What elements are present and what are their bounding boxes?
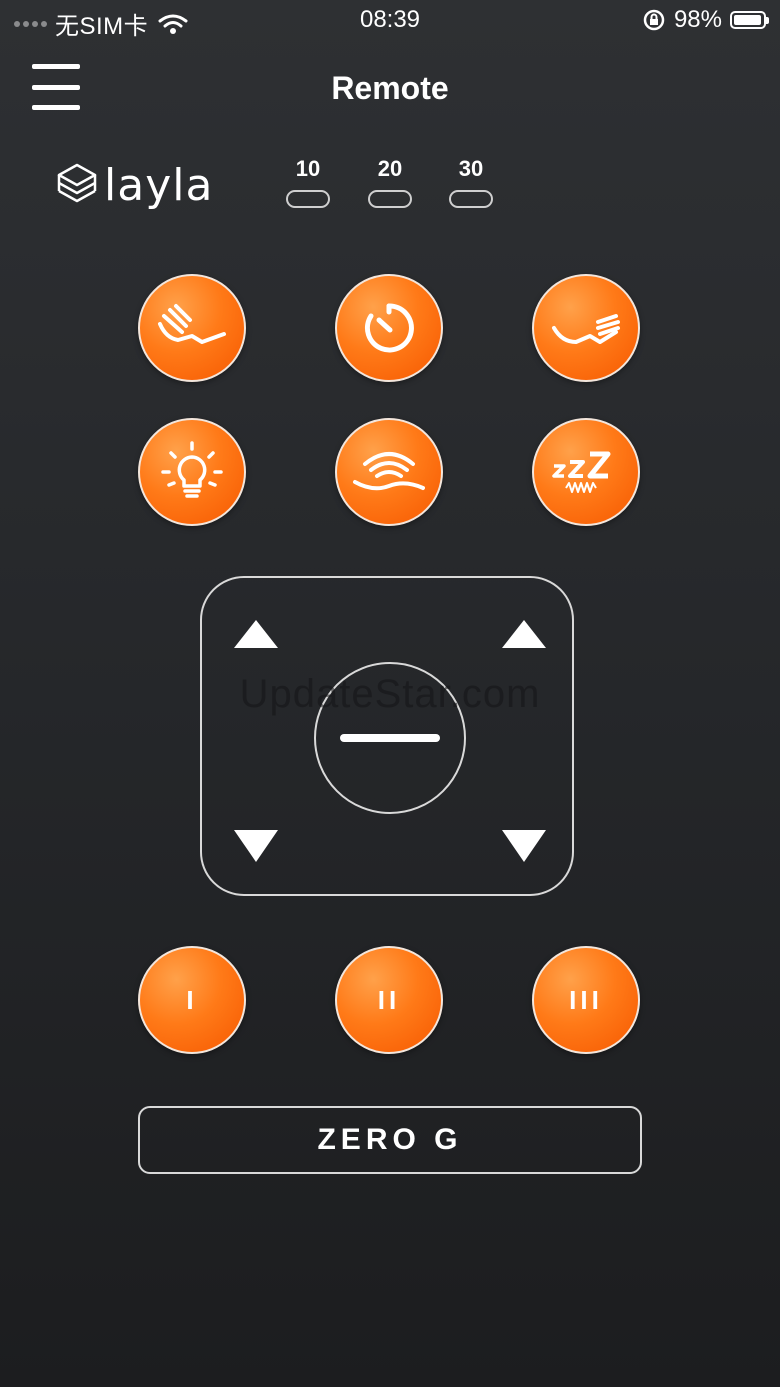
- foot-up-icon: [552, 314, 620, 344]
- triangle-up-icon: [502, 620, 546, 648]
- status-right: 98%: [642, 6, 769, 34]
- flat-bar-icon: [340, 734, 440, 742]
- head-down-arrow-button[interactable]: [234, 826, 278, 866]
- head-up-arrow-button[interactable]: [234, 614, 278, 654]
- massage-level-1-button[interactable]: I: [138, 946, 246, 1054]
- level-label: III: [569, 984, 603, 1015]
- timer-icon: [364, 303, 414, 353]
- timer-option-label: 10: [295, 156, 321, 181]
- timer-option-30[interactable]: 30: [448, 156, 494, 208]
- timer-option-label: 20: [377, 156, 403, 181]
- zero-g-button[interactable]: ZERO G: [138, 1106, 642, 1174]
- stacked-layers-icon: [57, 163, 97, 202]
- page-title: Remote: [331, 70, 449, 106]
- head-up-button[interactable]: [138, 274, 246, 382]
- level-label: I: [186, 984, 198, 1015]
- sleep-zzz-icon: [552, 451, 611, 493]
- head-up-icon: [158, 304, 226, 344]
- timer-indicator: [368, 190, 412, 208]
- sleep-button[interactable]: [532, 418, 640, 526]
- light-bulb-icon: [161, 441, 223, 498]
- orientation-lock-icon: [643, 9, 665, 31]
- timer-option-label: 30: [458, 156, 484, 181]
- triangle-up-icon: [234, 620, 278, 648]
- light-button[interactable]: [138, 418, 246, 526]
- zero-g-label: ZERO G: [317, 1123, 463, 1156]
- massage-level-3-button[interactable]: III: [532, 946, 640, 1054]
- position-pad: [200, 576, 574, 896]
- brand-name: layla: [104, 160, 214, 211]
- level-label: II: [377, 984, 401, 1015]
- battery-fill: [734, 15, 762, 25]
- timer-indicator: [286, 190, 330, 208]
- foot-down-arrow-button[interactable]: [502, 826, 546, 866]
- triangle-down-icon: [502, 830, 546, 862]
- timer-indicator: [449, 190, 493, 208]
- massage-button[interactable]: [335, 418, 443, 526]
- timer-option-10[interactable]: 10: [285, 156, 331, 208]
- timer-button[interactable]: [335, 274, 443, 382]
- triangle-down-icon: [234, 830, 278, 862]
- status-bar: 无SIM卡 08:39 98%: [0, 0, 780, 44]
- massage-wave-icon: [353, 452, 425, 491]
- flat-button[interactable]: [314, 662, 466, 814]
- massage-level-2-button[interactable]: II: [335, 946, 443, 1054]
- remote-screen: 无SIM卡 08:39 98% Remote layla 10 20 30 Up…: [0, 0, 780, 1387]
- battery-icon: [730, 11, 769, 29]
- brand-logo: layla: [56, 160, 213, 211]
- battery-percent: 98%: [673, 6, 722, 33]
- foot-up-arrow-button[interactable]: [502, 614, 546, 654]
- timer-option-20[interactable]: 20: [367, 156, 413, 208]
- foot-up-button[interactable]: [532, 274, 640, 382]
